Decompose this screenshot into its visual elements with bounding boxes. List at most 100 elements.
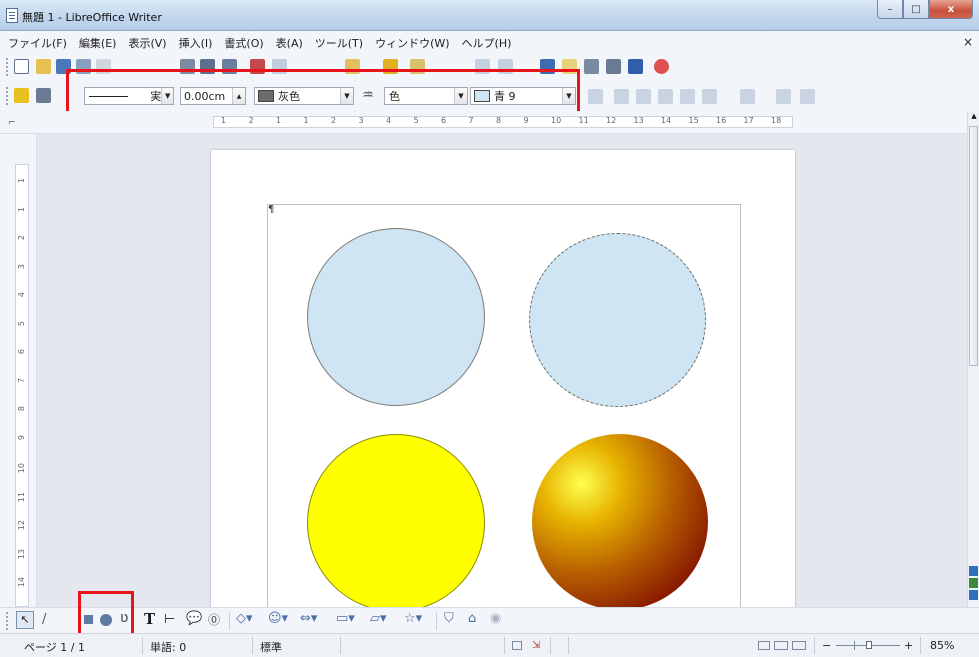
vertical-ruler-mark: 1 xyxy=(17,178,26,184)
callouts-icon[interactable]: ▱▾ xyxy=(370,611,387,626)
vertical-ruler-mark: 7 xyxy=(17,377,26,383)
open-folder-icon[interactable] xyxy=(36,59,51,74)
symbol-shapes-icon[interactable]: ☺▾ xyxy=(268,611,288,626)
bring-to-front-icon[interactable] xyxy=(680,89,695,104)
shadow-icon[interactable] xyxy=(588,89,603,104)
ruler-mark: 2 xyxy=(331,116,337,125)
zoom-slider-thumb[interactable] xyxy=(866,641,872,649)
stars-icon[interactable]: ☆▾ xyxy=(404,611,422,626)
align-icon[interactable] xyxy=(702,89,717,104)
minimize-button[interactable]: – xyxy=(877,0,903,19)
ruler-mark: 18 xyxy=(771,116,782,125)
ruler-mark: 7 xyxy=(468,116,474,125)
line-arrow-style-icon[interactable] xyxy=(36,88,51,103)
from-file-icon[interactable]: ⌂ xyxy=(468,611,476,626)
toolbar-grip[interactable] xyxy=(6,58,11,76)
tab-stop-icon[interactable]: ⌐ xyxy=(8,118,16,128)
prev-page-icon[interactable] xyxy=(969,566,978,576)
anchor-change-icon[interactable] xyxy=(740,89,755,104)
vertical-ruler-mark: 9 xyxy=(17,434,26,440)
navigator-icon[interactable] xyxy=(584,59,599,74)
line-icon[interactable]: / xyxy=(42,612,46,627)
document-page[interactable]: ¶ xyxy=(211,150,795,607)
dimension-line-icon[interactable]: ⊢ xyxy=(164,612,175,627)
vertical-ruler-mark: 6 xyxy=(17,349,26,355)
multi-page-view-icon[interactable] xyxy=(774,641,788,650)
menu-table[interactable]: 表(A) xyxy=(276,35,303,51)
status-bar: ページ 1 / 1 単語: 0 標準 ⇲ − + 85% xyxy=(0,633,979,657)
status-divider xyxy=(920,637,921,654)
wrap-on-icon[interactable] xyxy=(636,89,651,104)
circle-gradient[interactable] xyxy=(532,434,708,607)
formatting-marks-icon[interactable] xyxy=(628,59,643,74)
book-view-icon[interactable] xyxy=(792,641,806,650)
wrap-ideal-icon[interactable] xyxy=(658,89,673,104)
ruler-mark: 15 xyxy=(688,116,699,125)
ruler-mark: 11 xyxy=(578,116,589,125)
new-document-icon[interactable] xyxy=(14,59,29,74)
document-modified-icon[interactable]: ⇲ xyxy=(532,640,540,651)
ruler-mark: 14 xyxy=(661,116,672,125)
toolbar-grip[interactable] xyxy=(6,87,11,105)
word-count[interactable]: 単語: 0 xyxy=(150,639,186,655)
toolbar-grip[interactable] xyxy=(6,612,11,630)
next-page-icon[interactable] xyxy=(969,590,978,600)
zoom-in-button[interactable]: + xyxy=(904,639,913,652)
window-title: 無題 1 - LibreOffice Writer xyxy=(22,11,162,24)
single-page-view-icon[interactable] xyxy=(758,641,770,650)
ruler-marks: 1 2 1 1 2 3 4 5 6 7 8 9 10 11 12 13 14 15 16 17 18 xyxy=(213,116,793,128)
window-controls: – □ x xyxy=(877,0,973,21)
ruler-mark: 13 xyxy=(633,116,644,125)
drawing-toolbar: ↖ / ʋ T ⊢ 💬 ⓪ ◇▾ ☺▾ ⇔▾ ▭▾ ▱▾ ☆▾ ⛉ ⌂ ◉ xyxy=(0,607,979,634)
ruler-mark: 6 xyxy=(441,116,447,125)
circle-light-blue-solid[interactable] xyxy=(307,228,485,406)
menu-view[interactable]: 表示(V) xyxy=(128,35,166,51)
menu-insert[interactable]: 挿入(I) xyxy=(179,35,213,51)
menu-file[interactable]: ファイル(F) xyxy=(8,35,67,51)
points-icon[interactable]: ⛉ xyxy=(444,611,454,626)
menu-tools[interactable]: ツール(T) xyxy=(315,35,363,51)
menu-help[interactable]: ヘルプ(H) xyxy=(462,35,512,51)
toolbar-separator xyxy=(436,612,437,630)
anchor-icon[interactable] xyxy=(14,88,29,103)
menu-format[interactable]: 書式(O) xyxy=(224,35,263,51)
gallery-icon[interactable] xyxy=(606,59,621,74)
circle-yellow[interactable] xyxy=(307,434,485,607)
extrusion-icon[interactable]: ◉ xyxy=(490,611,501,626)
wrap-off-icon[interactable] xyxy=(614,89,629,104)
page-style[interactable]: 標準 xyxy=(260,639,282,655)
help-lifebuoy-icon[interactable] xyxy=(654,59,669,74)
scrollbar-thumb[interactable] xyxy=(969,126,978,366)
circle-light-blue-dashed[interactable] xyxy=(529,233,706,407)
zoom-slider-center-tick xyxy=(854,641,855,650)
group-icon[interactable] xyxy=(776,89,791,104)
page-count[interactable]: ページ 1 / 1 xyxy=(24,639,85,655)
document-workspace[interactable]: ¶ xyxy=(37,134,967,607)
ruler-mark: 12 xyxy=(606,116,617,125)
menu-edit[interactable]: 編集(E) xyxy=(79,35,117,51)
maximize-button[interactable]: □ xyxy=(903,0,929,19)
ruler-mark: 8 xyxy=(496,116,502,125)
callout-icon[interactable]: 💬 xyxy=(186,611,202,626)
text-icon[interactable]: T xyxy=(144,610,155,628)
close-document-button[interactable]: × xyxy=(963,35,973,49)
select-arrow-icon[interactable]: ↖ xyxy=(16,611,34,629)
vertical-ruler[interactable]: 1 1 2 3 4 5 6 7 8 9 10 11 12 13 14 xyxy=(0,134,37,607)
vertical-scrollbar[interactable]: ▲ xyxy=(967,112,979,607)
close-button[interactable]: x xyxy=(929,0,973,19)
position-size-icon[interactable] xyxy=(800,89,815,104)
navigation-icon[interactable] xyxy=(969,578,978,588)
block-arrows-icon[interactable]: ⇔▾ xyxy=(300,611,317,626)
zoom-out-button[interactable]: − xyxy=(822,639,831,652)
zoom-level[interactable]: 85% xyxy=(930,639,954,652)
ruler-mark: 1 xyxy=(221,116,227,125)
flowchart-icon[interactable]: ▭▾ xyxy=(336,611,355,626)
fontwork-icon[interactable]: ⓪ xyxy=(208,611,220,628)
scroll-up-icon[interactable]: ▲ xyxy=(969,112,979,124)
menu-window[interactable]: ウィンドウ(W) xyxy=(375,35,449,51)
toolbar-separator xyxy=(229,612,230,630)
horizontal-ruler[interactable]: ⌐ 1 2 1 1 2 3 4 5 6 7 8 9 10 11 12 13 14 15 16 17 18 xyxy=(0,111,979,134)
basic-shapes-icon[interactable]: ◇▾ xyxy=(236,611,253,626)
selection-mode-icon[interactable] xyxy=(512,641,522,650)
writer-doc-icon xyxy=(6,8,18,23)
